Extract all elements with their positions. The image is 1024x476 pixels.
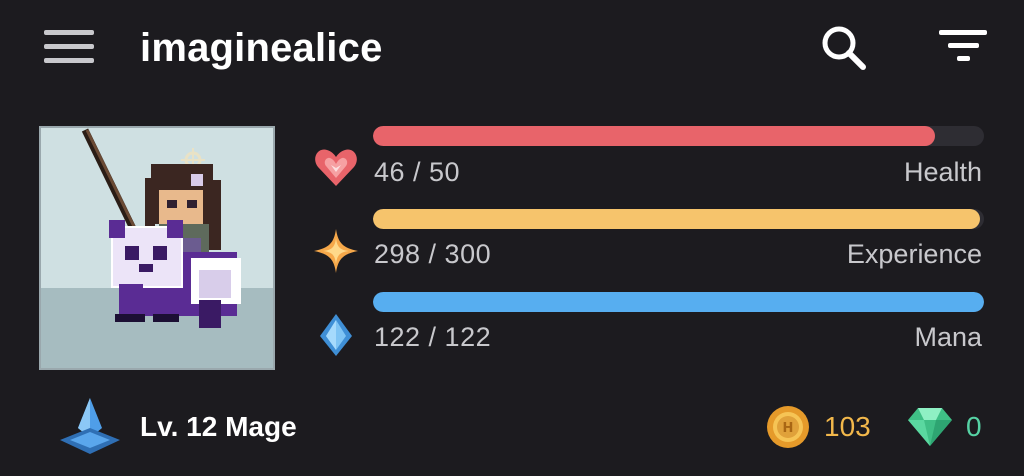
mana-label: Mana	[914, 322, 982, 352]
experience-bar	[373, 209, 984, 229]
gold-coin-icon: H	[766, 405, 810, 449]
health-bar-fill	[373, 126, 936, 146]
pixel-avatar	[81, 128, 241, 328]
filter-icon[interactable]	[938, 26, 990, 66]
mage-class-icon	[58, 398, 122, 458]
mana-value: 122 / 122	[374, 322, 492, 352]
heart-icon	[313, 144, 359, 190]
experience-label: Experience	[846, 239, 982, 269]
health-bar	[373, 126, 984, 146]
experience-value: 298 / 300	[374, 239, 492, 269]
avatar[interactable]	[39, 126, 275, 370]
droplet-icon	[313, 312, 359, 358]
health-value: 46 / 50	[374, 157, 461, 187]
mana-bar-fill	[373, 292, 984, 312]
gold-count: 103	[824, 411, 871, 442]
gem-count: 0	[966, 411, 982, 442]
level-class-text: Lv. 12 Mage	[140, 411, 297, 442]
search-icon[interactable]	[818, 24, 872, 72]
health-label: Health	[903, 157, 982, 187]
hamburger-menu-icon[interactable]	[44, 27, 94, 65]
svg-text:H: H	[783, 421, 794, 436]
star-icon	[313, 228, 359, 274]
mana-bar	[373, 292, 984, 312]
username-title: imaginealice	[140, 26, 383, 70]
top-app-bar: imaginealice	[0, 0, 1024, 100]
experience-bar-fill	[373, 209, 980, 229]
gem-icon	[906, 404, 954, 448]
